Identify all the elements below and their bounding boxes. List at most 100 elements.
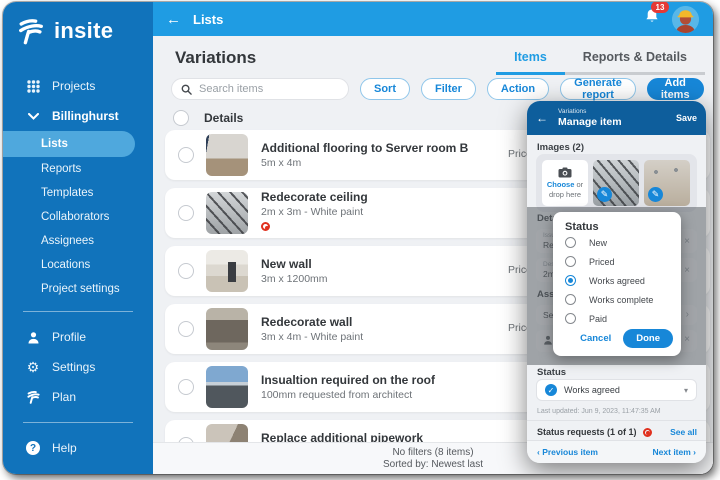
- person-icon: [25, 331, 41, 344]
- sidebar-item-lists[interactable]: Lists: [3, 131, 135, 157]
- status-option-priced[interactable]: Priced: [565, 252, 681, 271]
- item-checkbox[interactable]: [178, 321, 194, 337]
- insite-mark-icon: [25, 390, 41, 404]
- sidebar-item-billinghurst[interactable]: Billinghurst: [3, 101, 153, 131]
- filter-button[interactable]: Filter: [421, 78, 476, 100]
- sidebar-item-project-settings[interactable]: Project settings: [3, 277, 153, 301]
- status-request-icon: [643, 428, 652, 437]
- help-icon: ?: [25, 441, 41, 455]
- tab-reports-details[interactable]: Reports & Details: [565, 50, 705, 75]
- status-request-icon: [261, 222, 270, 231]
- item-subtitle: 3m x 1200mm: [261, 273, 328, 285]
- item-thumbnail: [206, 192, 248, 234]
- previous-item-label: Previous item: [542, 447, 598, 457]
- item-title: New wall: [261, 257, 328, 271]
- see-all-link[interactable]: See all: [670, 427, 697, 437]
- item-checkbox[interactable]: [178, 205, 194, 221]
- sidebar-nav: Projects Billinghurst Lists Reports Temp…: [3, 71, 153, 463]
- sort-button[interactable]: Sort: [360, 78, 410, 100]
- item-subtitle: 2m x 3m - White paint: [261, 206, 368, 218]
- sidebar-item-templates[interactable]: Templates: [3, 181, 153, 205]
- chevron-down-icon: [25, 113, 41, 120]
- edit-image-button[interactable]: ✎: [648, 187, 663, 202]
- sidebar: insite Projects Billinghurst Lists Repor…: [3, 2, 153, 474]
- status-option-label: Paid: [589, 314, 607, 324]
- item-subtitle: 100mm requested from architect: [261, 389, 435, 401]
- item-title: Insualtion required on the roof: [261, 373, 435, 387]
- item-checkbox[interactable]: [178, 147, 194, 163]
- sidebar-item-projects[interactable]: Projects: [3, 71, 153, 101]
- filter-summary: No filters (8 items): [392, 447, 473, 458]
- add-items-button[interactable]: Add items: [647, 78, 704, 100]
- item-title: Redecorate wall: [261, 315, 363, 329]
- generate-report-button[interactable]: Generate report: [560, 78, 636, 100]
- sidebar-item-assignees[interactable]: Assignees: [3, 229, 153, 253]
- manage-item-panel: ← Variations Manage item Save Images (2)…: [527, 101, 706, 463]
- image-thumbnail[interactable]: ✎: [644, 160, 690, 206]
- sidebar-item-collaborators[interactable]: Collaborators: [3, 205, 153, 229]
- breadcrumb: Variations: [558, 108, 622, 115]
- item-checkbox[interactable]: [178, 263, 194, 279]
- manage-item-header: ← Variations Manage item Save: [527, 101, 706, 135]
- sidebar-item-reports[interactable]: Reports: [3, 157, 153, 181]
- sidebar-item-label: Help: [52, 441, 77, 455]
- tab-items[interactable]: Items: [496, 50, 565, 75]
- status-option-new[interactable]: New: [565, 233, 681, 252]
- topbar-title: Lists: [193, 12, 223, 27]
- status-value: Works agreed: [564, 385, 620, 395]
- caret-down-icon: ▾: [684, 386, 688, 395]
- sidebar-item-profile[interactable]: Profile: [3, 322, 153, 352]
- item-subtitle: 5m x 4m: [261, 157, 468, 169]
- radio-icon[interactable]: [565, 237, 576, 248]
- item-text: Insualtion required on the roof 100mm re…: [261, 373, 435, 401]
- search-input[interactable]: [199, 83, 339, 95]
- save-button[interactable]: Save: [676, 113, 697, 123]
- item-subtitle: 3m x 4m - White paint: [261, 331, 363, 343]
- radio-selected-icon[interactable]: [565, 275, 576, 286]
- status-option-works-complete[interactable]: Works complete: [565, 290, 681, 309]
- edit-image-button[interactable]: ✎: [597, 187, 612, 202]
- section-divider: [527, 420, 706, 421]
- sidebar-item-help[interactable]: ? Help: [3, 433, 153, 463]
- avatar[interactable]: [672, 6, 699, 33]
- choose-link[interactable]: Choose: [547, 180, 575, 189]
- image-thumbnail[interactable]: ✎: [593, 160, 639, 206]
- back-arrow-icon[interactable]: ←: [166, 11, 181, 28]
- tab-bar: Items Reports & Details: [496, 50, 705, 75]
- item-thumbnail: [206, 250, 248, 292]
- status-option-paid[interactable]: Paid: [565, 309, 681, 328]
- item-checkbox[interactable]: [178, 379, 194, 395]
- action-button[interactable]: Action: [487, 78, 549, 100]
- notification-badge: 13: [651, 2, 669, 13]
- manage-item-title: Manage item: [558, 116, 622, 128]
- search-box[interactable]: [171, 78, 349, 100]
- notifications-button[interactable]: 13: [644, 8, 660, 30]
- radio-icon[interactable]: [565, 313, 576, 324]
- status-dialog: Status New Priced Works agreed Works com…: [553, 212, 681, 356]
- sidebar-item-settings[interactable]: ⚙ Settings: [3, 352, 153, 382]
- upload-dropzone[interactable]: Choose or drop here: [542, 160, 588, 206]
- app-window: Variations Items Reports & Details Sort …: [3, 2, 713, 474]
- status-option-label: New: [589, 238, 607, 248]
- pencil-icon: ✎: [652, 189, 660, 200]
- done-button[interactable]: Done: [623, 329, 673, 348]
- status-requests-label: Status requests (1 of 1): [537, 427, 637, 437]
- status-option-works-agreed[interactable]: Works agreed: [565, 271, 681, 290]
- pencil-icon: ✎: [601, 189, 609, 200]
- next-item-button[interactable]: Next item ›: [653, 447, 696, 457]
- topbar-right: 13: [644, 6, 699, 33]
- insite-mark-icon: [16, 17, 46, 45]
- sidebar-item-locations[interactable]: Locations: [3, 253, 153, 277]
- status-option-label: Works complete: [589, 295, 653, 305]
- search-icon: [181, 84, 192, 95]
- status-requests-row: Status requests (1 of 1) See all: [537, 427, 697, 437]
- sidebar-item-plan[interactable]: Plan: [3, 382, 153, 412]
- gear-icon: ⚙: [25, 360, 41, 374]
- select-all-checkbox[interactable]: [173, 110, 189, 126]
- previous-item-button[interactable]: ‹ Previous item: [537, 447, 598, 457]
- status-dropdown[interactable]: ✓ Works agreed ▾: [536, 379, 697, 401]
- cancel-button[interactable]: Cancel: [580, 333, 611, 344]
- back-arrow-icon[interactable]: ←: [536, 111, 548, 125]
- radio-icon[interactable]: [565, 294, 576, 305]
- radio-icon[interactable]: [565, 256, 576, 267]
